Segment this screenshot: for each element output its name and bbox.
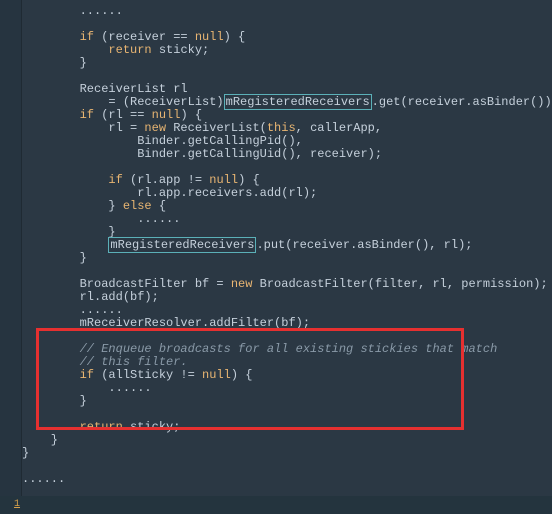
line-gutter bbox=[0, 0, 22, 514]
code-editor[interactable]: ...... if (receiver == null) { return st… bbox=[22, 0, 552, 514]
code-line: return sticky; bbox=[22, 44, 552, 57]
highlighted-var: mRegisteredReceivers bbox=[108, 237, 256, 253]
bottom-status-bar bbox=[0, 496, 552, 514]
code-line: ...... bbox=[22, 473, 552, 486]
code-line: ...... bbox=[22, 5, 552, 18]
code-line: } bbox=[22, 57, 552, 70]
code-line bbox=[22, 460, 552, 473]
code-line: } bbox=[22, 395, 552, 408]
code-line: Binder.getCallingUid(), receiver); bbox=[22, 148, 552, 161]
code-line: return sticky; bbox=[22, 421, 552, 434]
code-line: ...... bbox=[22, 382, 552, 395]
warning-indicator[interactable]: 1 bbox=[14, 498, 20, 512]
code-line: } bbox=[22, 434, 552, 447]
code-line: mReceiverResolver.addFilter(bf); bbox=[22, 317, 552, 330]
code-line: } bbox=[22, 447, 552, 460]
code-line: } bbox=[22, 252, 552, 265]
code-line: mRegisteredReceivers.put(receiver.asBind… bbox=[22, 239, 552, 252]
highlighted-var: mRegisteredReceivers bbox=[224, 94, 372, 110]
